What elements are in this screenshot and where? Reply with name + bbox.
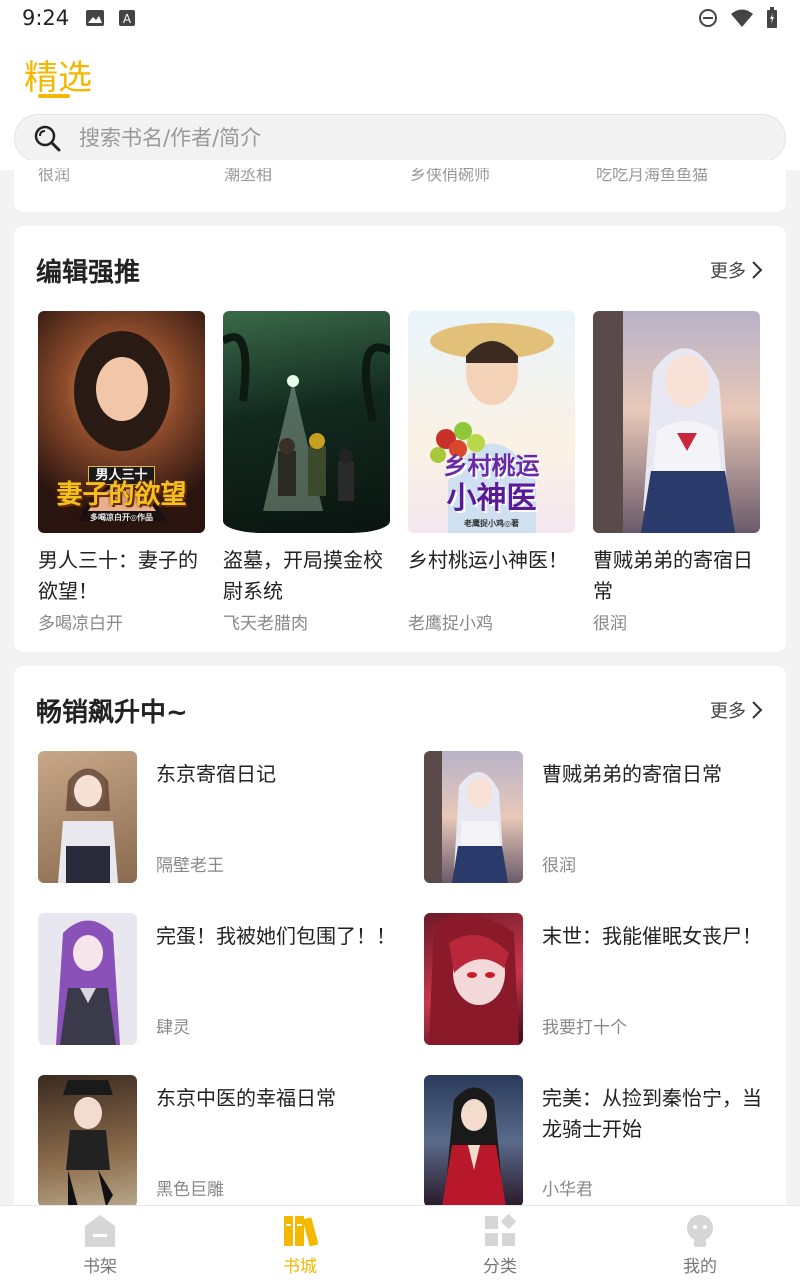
wifi-icon bbox=[731, 9, 753, 27]
book-title[interactable]: 乡村桃运小神医！ bbox=[408, 545, 575, 607]
nav-bookstore[interactable]: 书城 bbox=[200, 1206, 400, 1280]
bookstore-icon bbox=[284, 1216, 318, 1247]
book-cover[interactable] bbox=[424, 1075, 523, 1206]
previous-author: 很润 bbox=[38, 168, 71, 184]
book-author: 隔壁老王 bbox=[156, 856, 224, 876]
tab-featured[interactable]: 精选 bbox=[24, 50, 92, 99]
book-cover[interactable] bbox=[424, 751, 523, 883]
search-icon bbox=[34, 125, 61, 152]
book-cover[interactable] bbox=[38, 1075, 137, 1206]
book-title[interactable]: 曹贼弟弟的寄宿日常 bbox=[593, 545, 760, 607]
previous-section-remnant: 很润 潮丞相 乡侠俏碗师 吃吃月海鱼鱼猫 bbox=[14, 160, 786, 212]
search-input[interactable] bbox=[79, 126, 679, 150]
book-author: 很润 bbox=[593, 614, 627, 634]
font-notification-icon: A bbox=[119, 10, 136, 26]
chevron-right-icon bbox=[752, 701, 763, 719]
cover-illustration bbox=[424, 751, 508, 883]
chevron-right-icon bbox=[752, 261, 763, 279]
status-time: 9:24 bbox=[22, 6, 70, 30]
more-label: 更多 bbox=[710, 261, 746, 282]
book-cover[interactable]: 乡村桃运 小神医 老鹰捉小鸡◎著 bbox=[408, 311, 575, 533]
cover-illustration bbox=[63, 1080, 113, 1206]
nav-label: 分类 bbox=[483, 1257, 517, 1277]
book-title[interactable]: 盗墓，开局摸金校尉系统 bbox=[223, 545, 390, 607]
book-title[interactable]: 完蛋！我被她们包围了！！ bbox=[156, 921, 424, 952]
book-title[interactable]: 东京寄宿日记 bbox=[156, 759, 424, 790]
book-card[interactable]: 男人三十 妻子的欲望 多喝凉白开◎作品 男人三十：妻子的欲望！ 多喝凉白开 bbox=[38, 311, 205, 634]
cover-illustration bbox=[429, 915, 519, 1045]
bottom-nav: 书架 书城 分类 我的 bbox=[0, 1205, 800, 1280]
book-author: 肆灵 bbox=[156, 1018, 190, 1038]
nav-category[interactable]: 分类 bbox=[400, 1206, 600, 1280]
list-item[interactable]: 东京中医的幸福日常 黑色巨雕 bbox=[38, 1075, 424, 1206]
image-notification-icon bbox=[86, 10, 105, 26]
top-bar: 精选 bbox=[0, 36, 800, 170]
list-item[interactable]: 曹贼弟弟的寄宿日常 很润 bbox=[424, 751, 778, 883]
bestseller-section: 畅销飙升中~ 更多 东京寄宿日记 隔壁老王 曹贼弟弟的寄宿日常 很润 完蛋！我被… bbox=[14, 666, 786, 1206]
cover-illustration bbox=[223, 333, 390, 511]
book-author: 我要打十个 bbox=[542, 1018, 627, 1038]
list-item[interactable]: 完美：从捡到秦怡宁，当龙骑士开始 小华君 bbox=[424, 1075, 778, 1206]
nav-profile[interactable]: 我的 bbox=[600, 1206, 800, 1280]
book-title[interactable]: 完美：从捡到秦怡宁，当龙骑士开始 bbox=[542, 1083, 778, 1145]
more-label: 更多 bbox=[710, 701, 746, 722]
section-title: 编辑强推 bbox=[36, 257, 141, 288]
book-cover[interactable] bbox=[424, 913, 523, 1045]
previous-author: 吃吃月海鱼鱼猫 bbox=[596, 168, 709, 184]
book-cover[interactable] bbox=[223, 311, 390, 533]
nav-label: 书城 bbox=[283, 1257, 317, 1277]
cover-byline: 多喝凉白开◎作品 bbox=[90, 513, 153, 522]
list-item[interactable]: 完蛋！我被她们包围了！！ 肆灵 bbox=[38, 913, 424, 1045]
book-author: 黑色巨雕 bbox=[156, 1180, 224, 1200]
section-title: 畅销飙升中~ bbox=[36, 697, 188, 728]
book-author: 小华君 bbox=[542, 1180, 593, 1200]
nav-label: 书架 bbox=[83, 1257, 117, 1277]
book-author: 飞天老腊肉 bbox=[223, 614, 308, 634]
book-title[interactable]: 男人三十：妻子的欲望！ bbox=[38, 545, 205, 607]
cover-illustration bbox=[58, 768, 118, 883]
book-cover[interactable]: 男人三十 妻子的欲望 多喝凉白开◎作品 bbox=[38, 311, 205, 533]
category-icon bbox=[485, 1214, 517, 1246]
book-title[interactable]: 末世：我能催眠女丧尸！ bbox=[542, 921, 778, 952]
book-title[interactable]: 东京中医的幸福日常 bbox=[156, 1083, 424, 1114]
list-item[interactable]: 东京寄宿日记 隔壁老王 bbox=[38, 751, 424, 883]
book-card[interactable]: 盗墓，开局摸金校尉系统 飞天老腊肉 bbox=[223, 311, 390, 634]
cover-text: 妻子的欲望 bbox=[56, 480, 187, 510]
cover-illustration bbox=[593, 311, 735, 533]
tab-indicator bbox=[38, 94, 70, 98]
book-cover[interactable] bbox=[38, 751, 137, 883]
book-cover[interactable] bbox=[38, 913, 137, 1045]
book-card[interactable]: 曹贼弟弟的寄宿日常 很润 bbox=[593, 311, 760, 634]
previous-author: 潮丞相 bbox=[224, 168, 273, 184]
cover-text: 小神医 bbox=[446, 481, 537, 516]
profile-icon bbox=[687, 1215, 713, 1247]
more-button[interactable]: 更多 bbox=[710, 257, 764, 283]
book-cover[interactable] bbox=[593, 311, 760, 533]
cover-illustration bbox=[56, 920, 120, 1045]
status-bar: 9:24 A bbox=[0, 0, 800, 36]
book-author: 老鹰捉小鸡 bbox=[408, 614, 493, 634]
editor-picks-section: 编辑强推 更多 男人三十 妻子的欲望 多喝凉白开◎作品 男人三十：妻子的欲望！ bbox=[14, 226, 786, 652]
do-not-disturb-icon bbox=[699, 9, 717, 27]
list-item[interactable]: 末世：我能催眠女丧尸！ 我要打十个 bbox=[424, 913, 778, 1045]
book-title[interactable]: 曹贼弟弟的寄宿日常 bbox=[542, 759, 778, 790]
nav-bookshelf[interactable]: 书架 bbox=[0, 1206, 200, 1280]
book-card[interactable]: 乡村桃运 小神医 老鹰捉小鸡◎著 乡村桃运小神医！ 老鹰捉小鸡 bbox=[408, 311, 575, 634]
battery-icon bbox=[767, 7, 777, 28]
previous-author: 乡侠俏碗师 bbox=[410, 168, 491, 184]
more-button[interactable]: 更多 bbox=[710, 697, 764, 723]
cover-illustration bbox=[442, 1087, 506, 1206]
bookshelf-icon bbox=[85, 1215, 115, 1247]
search-bar[interactable] bbox=[14, 114, 786, 162]
cover-byline: 老鹰捉小鸡◎著 bbox=[464, 519, 519, 528]
svg-text:A: A bbox=[123, 12, 132, 26]
book-author: 很润 bbox=[542, 856, 576, 876]
nav-label: 我的 bbox=[683, 1257, 717, 1277]
book-author: 多喝凉白开 bbox=[38, 614, 123, 634]
